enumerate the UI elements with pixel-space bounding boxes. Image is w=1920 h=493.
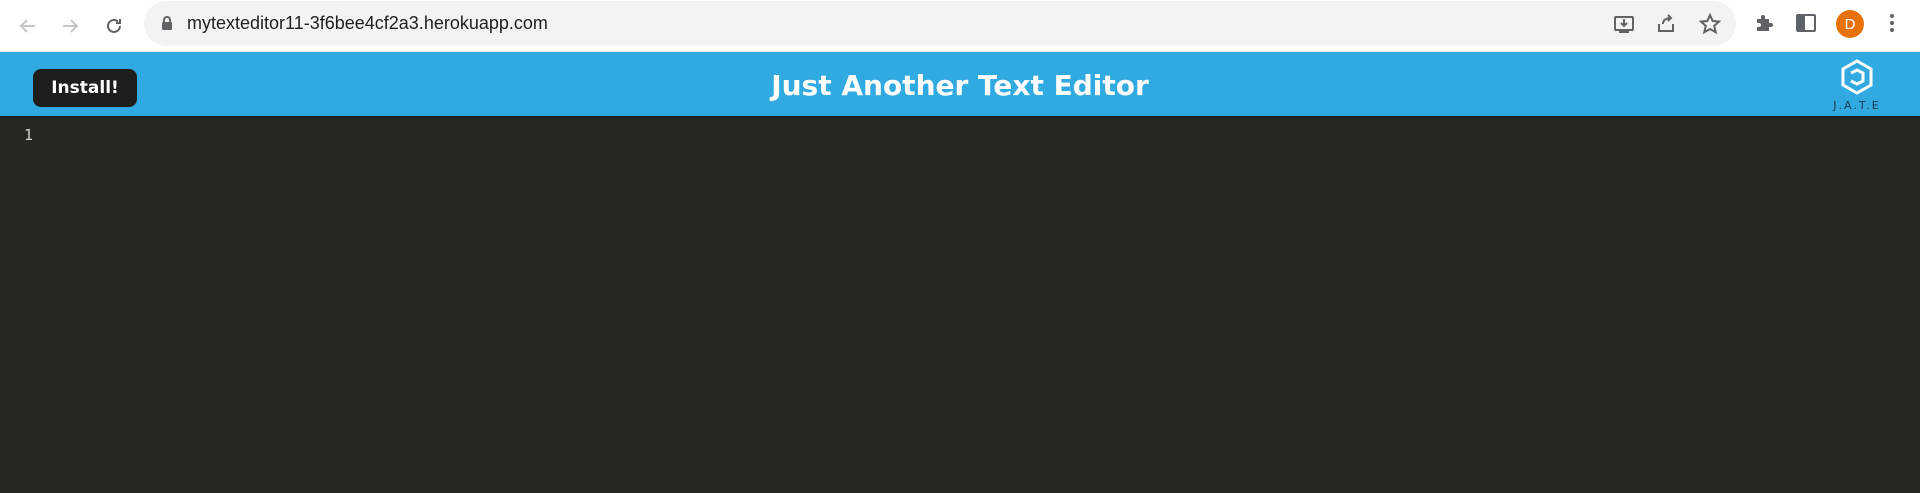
lock-icon <box>162 16 172 30</box>
line-number: 1 <box>24 126 34 144</box>
code-editor[interactable]: 1 <box>0 118 1920 493</box>
arrow-right-icon <box>63 19 79 33</box>
bookmark-star-icon[interactable] <box>1698 12 1722 36</box>
forward-button[interactable] <box>52 8 88 44</box>
line-number-gutter: 1 <box>0 118 40 493</box>
browser-toolbar: mytexteditor11-3f6bee4cf2a3.herokuapp.co… <box>0 0 1920 52</box>
reload-icon <box>107 18 121 33</box>
back-button[interactable] <box>10 8 46 44</box>
app-header: Install! Just Another Text Editor J.A.T.… <box>0 52 1920 118</box>
profile-avatar[interactable]: D <box>1836 10 1864 38</box>
kebab-menu-icon[interactable] <box>1880 11 1904 35</box>
side-panel-icon[interactable] <box>1794 11 1818 35</box>
arrow-left-icon <box>19 19 35 33</box>
code-line[interactable] <box>52 126 1920 146</box>
jate-logo: J.A.T.E <box>1828 58 1886 114</box>
install-app-icon[interactable] <box>1612 12 1636 36</box>
reload-button[interactable] <box>96 8 132 44</box>
page-title: Just Another Text Editor <box>771 69 1149 102</box>
share-icon[interactable] <box>1654 12 1678 36</box>
extensions-icon[interactable] <box>1752 11 1776 35</box>
url-text: mytexteditor11-3f6bee4cf2a3.herokuapp.co… <box>187 13 548 33</box>
logo-icon <box>1841 59 1873 95</box>
profile-initial: D <box>1844 15 1856 33</box>
address-bar[interactable]: mytexteditor11-3f6bee4cf2a3.herokuapp.co… <box>144 1 1736 46</box>
logo-text: J.A.T.E <box>1833 99 1881 112</box>
